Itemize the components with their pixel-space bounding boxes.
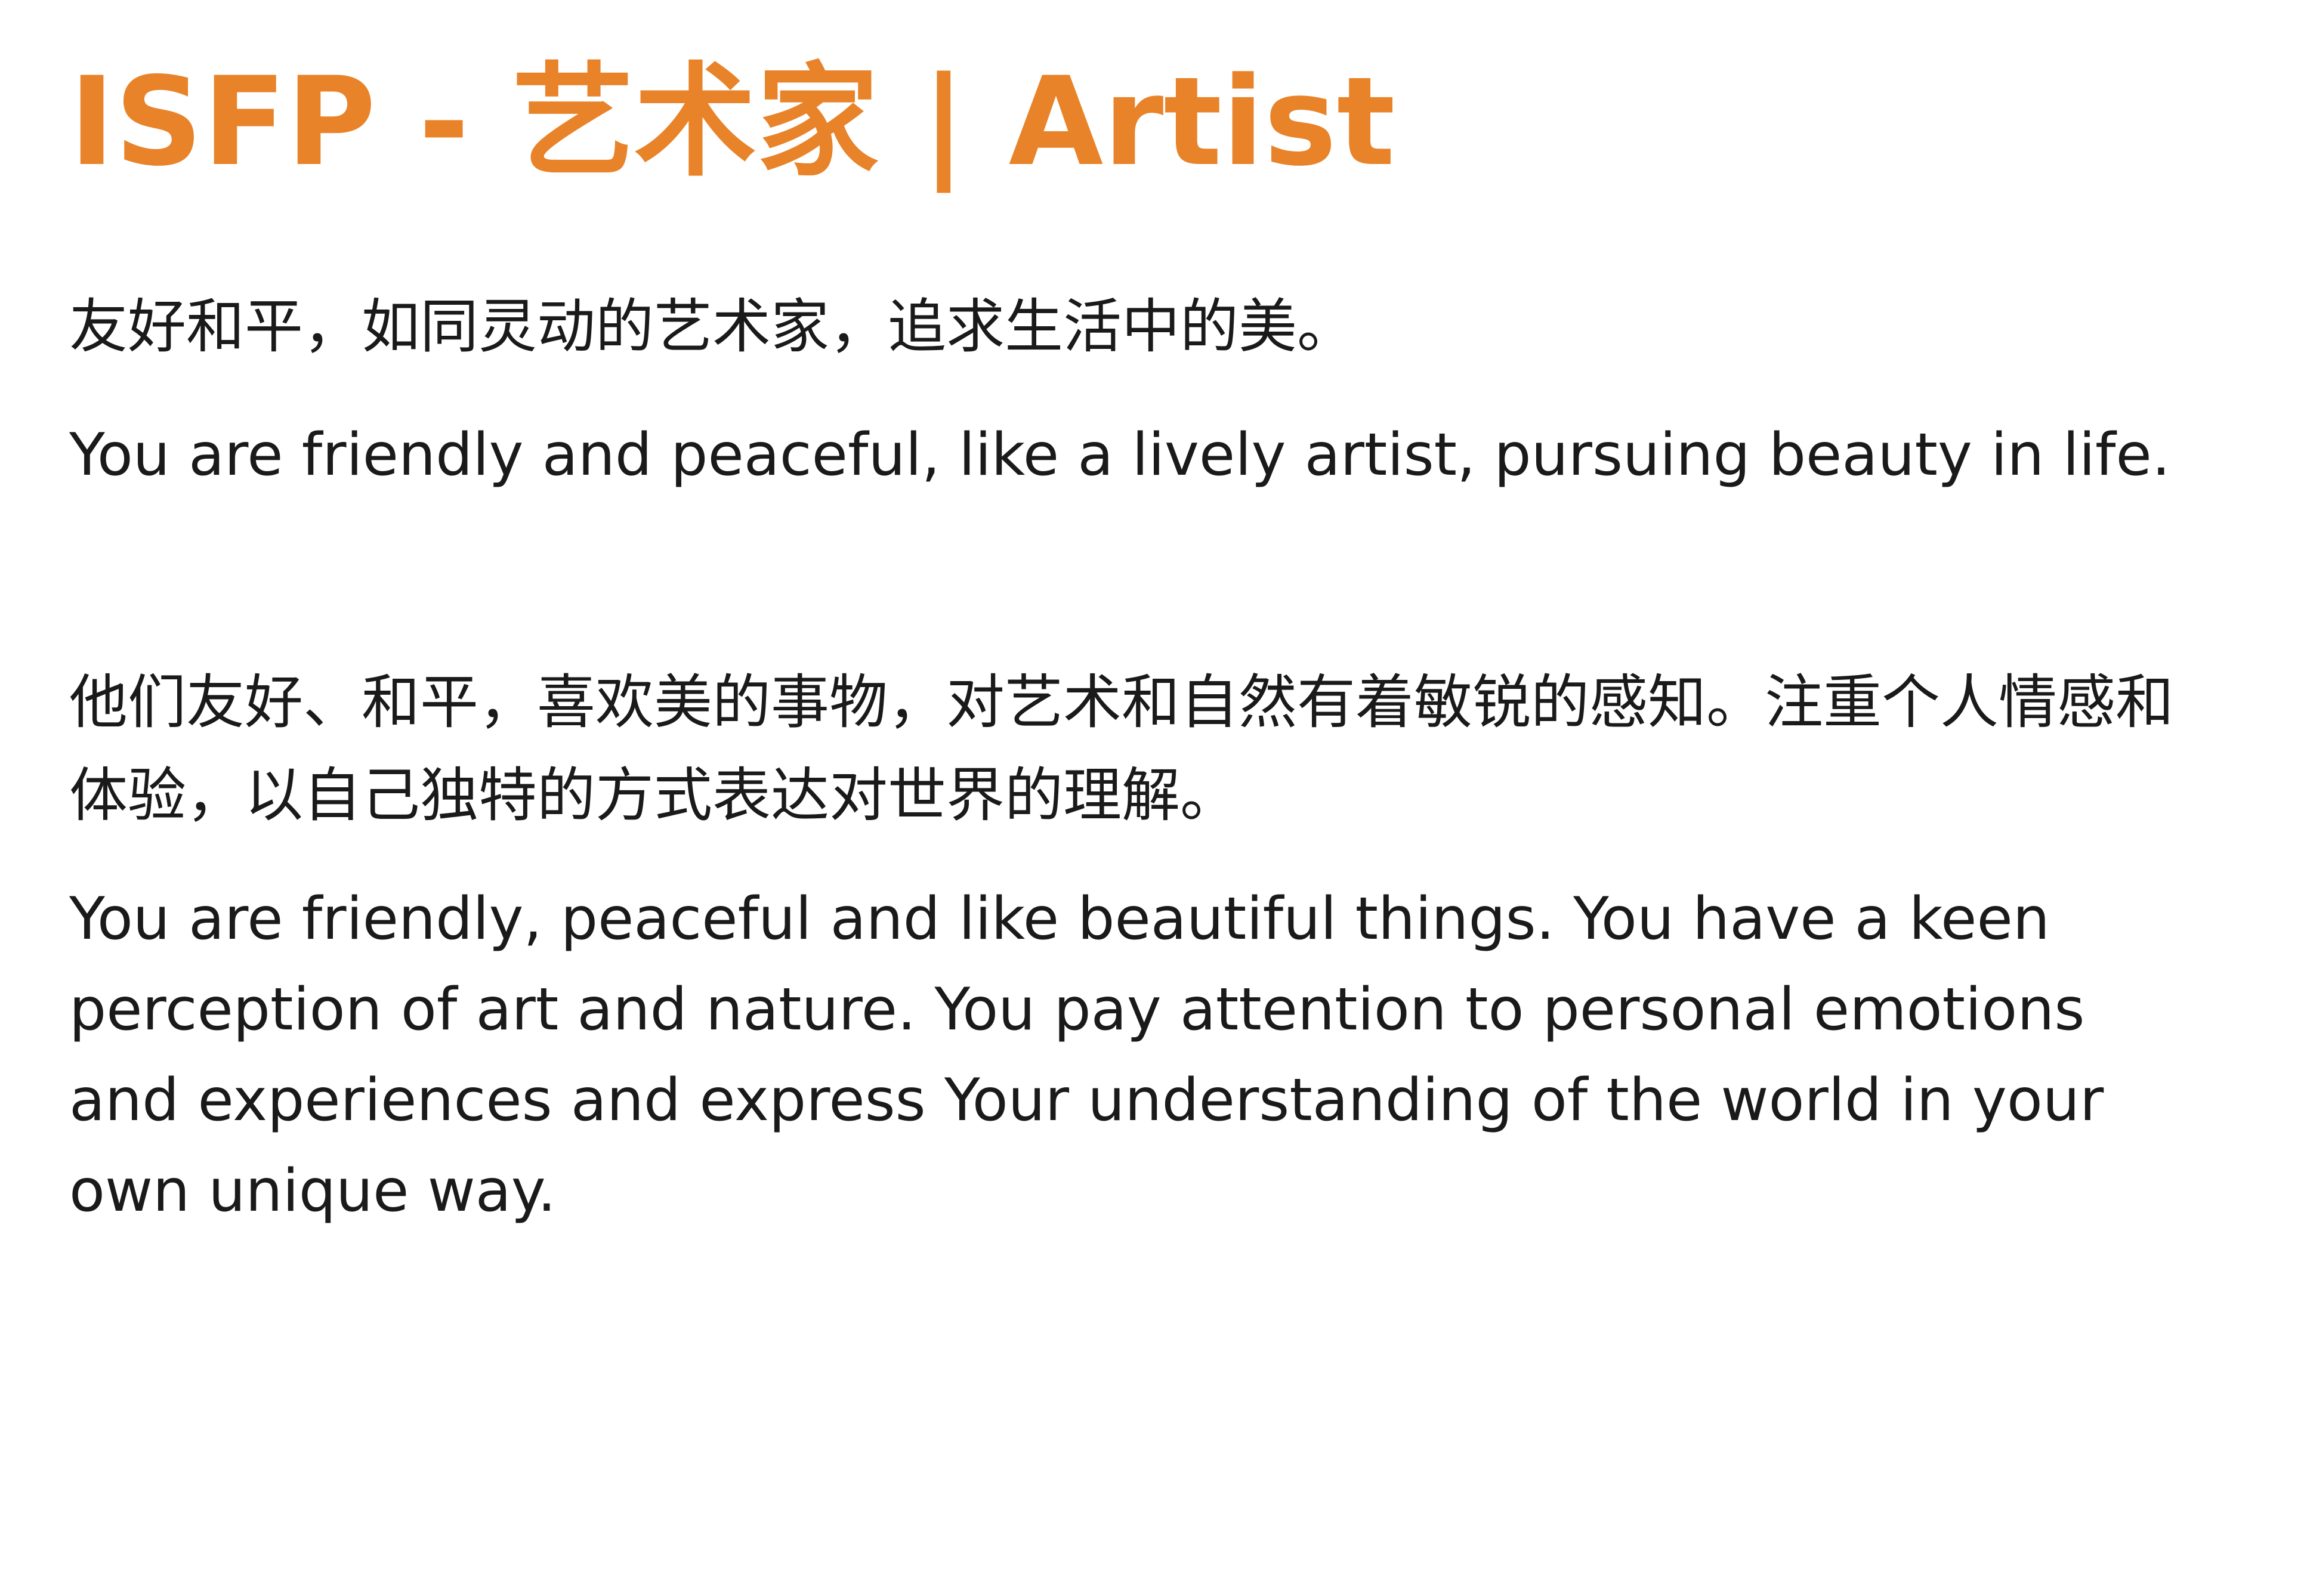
summary-zh: 友好和平，如同灵动的艺术家，追求生活中的美。 [69, 293, 1356, 361]
page-title: ISFP - 艺术家 | Artist [69, 51, 1395, 193]
description-en: You are friendly, peaceful and like beau… [69, 885, 2104, 1225]
personality-card: ISFP - 艺术家 | Artist 友好和平，如同灵动的艺术家，追求生活中的… [0, 0, 2307, 1596]
summary-en: You are friendly and peaceful, like a li… [69, 421, 2170, 489]
description-zh: 他们友好、和平，喜欢美的事物，对艺术和自然有着敏锐的感知。注重个人情感和体验，以… [69, 669, 2175, 830]
